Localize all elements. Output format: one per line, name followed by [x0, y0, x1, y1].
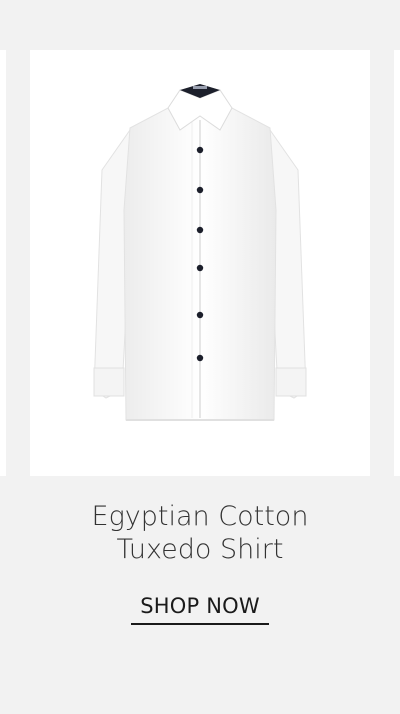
carousel-prev-card-peek[interactable] — [0, 50, 6, 476]
product-card[interactable] — [30, 50, 370, 476]
shop-now-link[interactable]: SHOP NOW — [131, 591, 269, 625]
product-name-line-1: Egyptian Cotton — [91, 501, 309, 532]
product-name[interactable]: Egyptian Cotton Tuxedo Shirt — [0, 500, 400, 566]
product-image[interactable] — [30, 50, 370, 476]
carousel-next-card-peek[interactable] — [394, 50, 400, 476]
product-name-line-2: Tuxedo Shirt — [116, 534, 284, 565]
